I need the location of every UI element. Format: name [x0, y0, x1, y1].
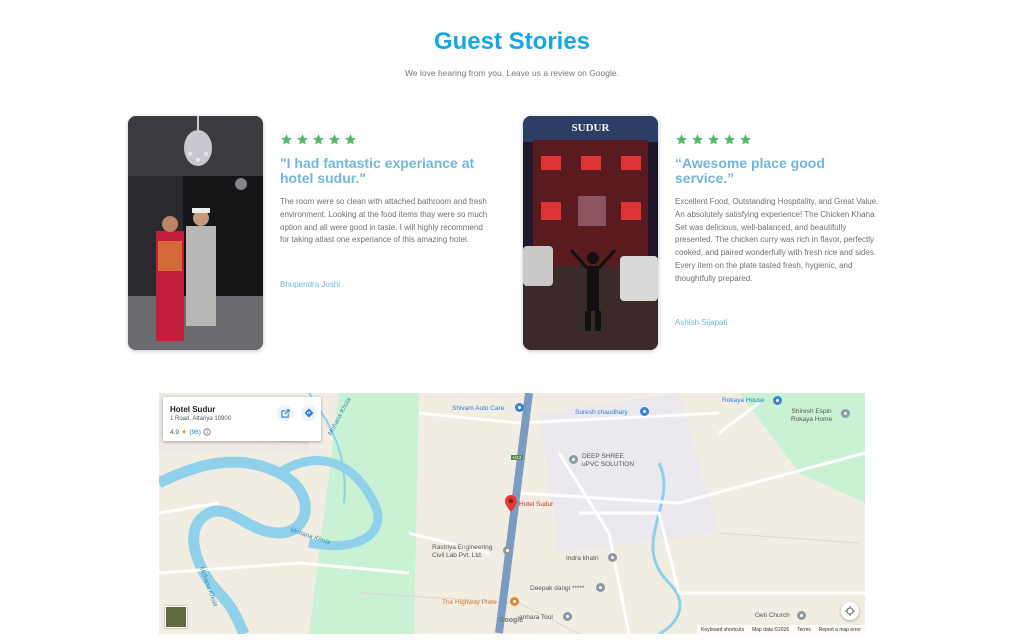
map-footer: Keyboard shortcuts Map data ©2026 Terms …: [696, 625, 865, 634]
hotel-photo-night: SUDUR: [523, 116, 658, 350]
star-icon: [692, 134, 703, 145]
google-map[interactable]: Shivam Auto Care Suresh chaudhary Rokaya…: [159, 393, 865, 634]
star-icon: ★: [181, 429, 188, 436]
map-label[interactable]: DEEP SHREE uPVC SOLUTION: [582, 453, 634, 468]
poi-marker[interactable]: [503, 546, 512, 555]
star-icon: [708, 134, 719, 145]
directions-button[interactable]: [301, 405, 317, 421]
map-label[interactable]: Rokaya House: [722, 397, 765, 405]
place-address: 1 Road, Attariya 10900: [170, 416, 232, 422]
star-icon: [281, 134, 292, 145]
section-subtitle: We love hearing from you. Leave us a rev…: [405, 68, 619, 78]
terms-link[interactable]: Terms: [797, 627, 811, 633]
star-icon: [329, 134, 340, 145]
poi-marker[interactable]: [608, 553, 617, 562]
place-card: Hotel Sudur 1 Road, Attariya 10900 4.9 ★…: [163, 397, 321, 441]
poi-marker[interactable]: [515, 403, 524, 412]
poi-marker[interactable]: [640, 407, 649, 416]
map-label[interactable]: Hotel Sudur: [519, 501, 553, 509]
star-icon: [345, 134, 356, 145]
map-data-text: Map data ©2026: [752, 626, 790, 633]
rating-value: 4.9: [170, 428, 180, 436]
poi-marker[interactable]: [773, 396, 782, 405]
highway-shield: H13: [511, 455, 524, 460]
map-label[interactable]: Suresh chaudhary: [575, 409, 628, 417]
info-icon[interactable]: [203, 428, 211, 436]
section-title: Guest Stories: [433, 28, 591, 55]
directions-icon: [304, 408, 314, 418]
poi-marker[interactable]: [569, 455, 578, 464]
review-quote: “Awesome place good service.”: [675, 155, 825, 186]
map-label[interactable]: Rastriya Engineering Civil Lab Pvt. Ltd.: [432, 544, 492, 559]
rating-stars: [280, 133, 357, 146]
review-body: The room were so clean with attached bat…: [280, 197, 488, 245]
review-author: Ashish Sijapati: [675, 318, 728, 327]
poi-marker[interactable]: [596, 583, 605, 592]
external-link-icon: [280, 408, 290, 418]
place-rating: 4.9 ★ (96): [170, 428, 211, 436]
place-name: Hotel Sudur: [170, 405, 216, 414]
open-in-maps-button[interactable]: [277, 405, 293, 421]
map-label[interactable]: The Highway Plate: [442, 599, 497, 607]
guest-photo-couple: [128, 116, 263, 350]
crosshair-icon: [845, 606, 855, 616]
keyboard-shortcuts-link[interactable]: Keyboard shortcuts: [701, 627, 744, 633]
hotel-pin-icon[interactable]: [505, 495, 517, 512]
poi-marker[interactable]: [510, 597, 519, 606]
star-icon: [740, 134, 751, 145]
report-error-link[interactable]: Report a map error: [819, 627, 861, 633]
satellite-toggle[interactable]: [165, 606, 187, 628]
review-author: Bhupendra Joshi: [280, 280, 341, 289]
map-label[interactable]: Geti Church: [755, 612, 790, 620]
map-label[interactable]: anhara Tool: [519, 614, 553, 622]
star-icon: [313, 134, 324, 145]
review-body: Excellent Food, Outstanding Hospitality,…: [675, 197, 879, 283]
my-location-button[interactable]: [841, 602, 859, 620]
star-icon: [297, 134, 308, 145]
map-label[interactable]: Shivam Auto Care: [452, 405, 504, 413]
map-label[interactable]: Indra khatri: [566, 555, 599, 563]
rating-stars: [675, 133, 752, 146]
map-label[interactable]: Deepak dangi *****: [530, 585, 585, 593]
review-count-link[interactable]: (96): [189, 429, 201, 436]
hotel-sign: SUDUR: [571, 122, 610, 134]
review-quote: "I had fantastic experiance at hotel sud…: [280, 155, 475, 186]
poi-marker[interactable]: [797, 611, 806, 620]
poi-marker[interactable]: [563, 612, 572, 621]
star-icon: [724, 134, 735, 145]
star-icon: [676, 134, 687, 145]
poi-marker[interactable]: [841, 409, 850, 418]
map-label[interactable]: Shiresh Espin Rokaya Home: [791, 408, 832, 423]
google-logo: Google: [499, 617, 524, 624]
